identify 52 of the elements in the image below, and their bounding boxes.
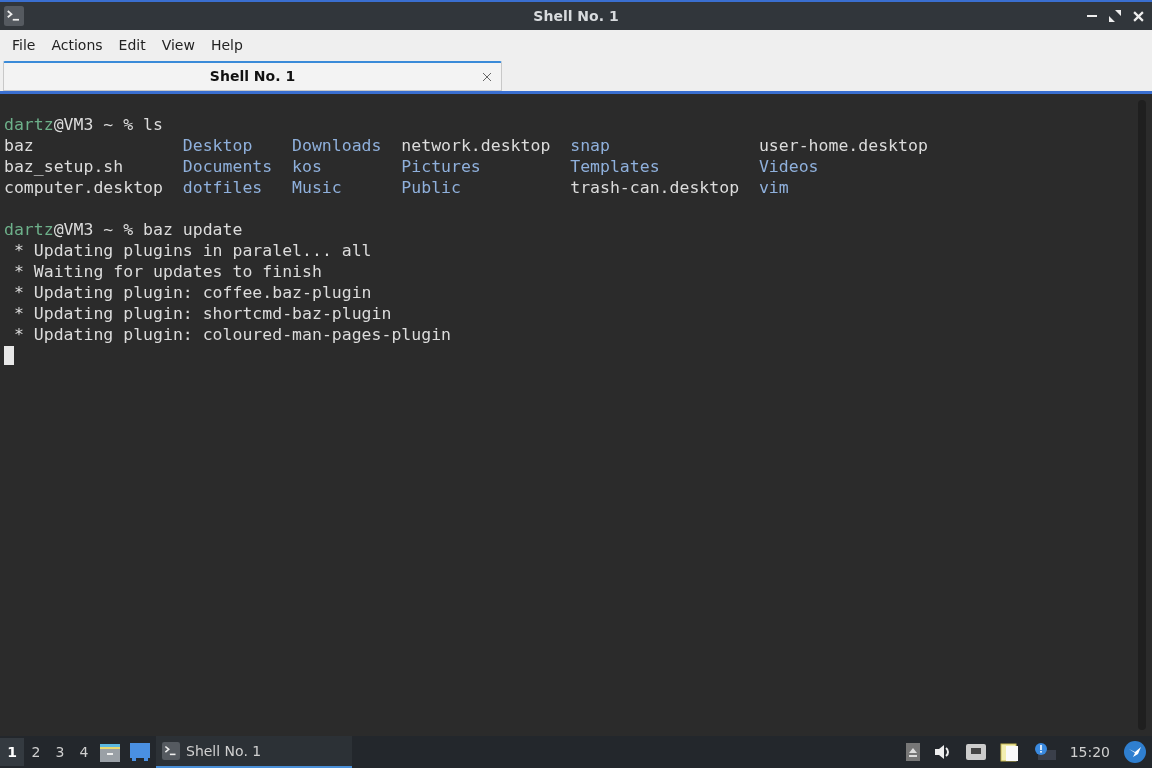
directory-name: kos: [292, 156, 323, 177]
eject-icon[interactable]: [905, 743, 920, 761]
bird-logo-icon[interactable]: [1124, 741, 1146, 763]
taskbar-task[interactable]: Shell No. 1: [156, 736, 352, 768]
directory-name: vim: [758, 177, 790, 198]
notification-icon[interactable]: [1033, 742, 1056, 762]
output-line: * Updating plugins in paralel... all: [12, 240, 373, 261]
directory-name: Documents: [182, 156, 274, 177]
desktop-switcher[interactable]: 2: [24, 738, 48, 766]
menu-item[interactable]: View: [153, 34, 203, 56]
menu-item[interactable]: Actions: [43, 34, 111, 56]
close-icon[interactable]: [1133, 10, 1144, 22]
output-line: * Waiting for updates to finish: [12, 261, 323, 282]
tab[interactable]: Shell No. 1: [3, 61, 502, 91]
directory-name: Music: [292, 177, 343, 198]
terminal-icon: [162, 742, 180, 760]
file-name: network.desktop: [401, 135, 552, 156]
directory-name: Videos: [758, 156, 820, 177]
file-name: baz_setup.sh: [4, 156, 125, 177]
directory-name: dotfiles: [182, 177, 264, 198]
prompt-line: dartz@VM3 ~ % baz update: [4, 219, 244, 240]
directory-name: Public: [401, 177, 462, 198]
maximize-icon[interactable]: [1109, 10, 1121, 22]
clock[interactable]: 15:20: [1069, 741, 1110, 763]
prompt-line: dartz@VM3 ~ % ls: [4, 114, 164, 135]
output-line: * Updating plugin: shortcmd-baz-plugin: [12, 303, 393, 324]
window-title: Shell No. 1: [533, 6, 619, 26]
terminal-icon: [4, 6, 24, 26]
network-icon[interactable]: [965, 744, 986, 760]
file-name: baz: [4, 135, 35, 156]
directory-name: Templates: [570, 156, 661, 177]
desktop-switcher[interactable]: 4: [72, 738, 96, 766]
desktop-switcher[interactable]: 3: [48, 738, 72, 766]
directory-name: Downloads: [292, 135, 383, 156]
file-name: computer.desktop: [4, 177, 164, 198]
close-tab-icon[interactable]: [482, 71, 492, 82]
directory-name: Desktop: [182, 135, 254, 156]
volume-icon[interactable]: [933, 744, 952, 760]
text-cursor: [4, 346, 14, 365]
file-name: user-home.desktop: [758, 135, 929, 156]
menu-item[interactable]: File: [4, 34, 44, 56]
directory-name: snap: [570, 135, 611, 156]
directory-name: Pictures: [401, 156, 482, 177]
output-line: * Updating plugin: coloured-man-pages-plugin: [12, 324, 453, 345]
desktop-icon[interactable]: [130, 743, 150, 761]
desktop-switcher[interactable]: 1: [0, 738, 24, 766]
menu-item[interactable]: Help: [202, 34, 251, 56]
file-name: trash-can.desktop: [570, 177, 741, 198]
menu-item[interactable]: Edit: [110, 34, 154, 56]
folder-icon[interactable]: [100, 742, 120, 762]
output-line: * Updating plugin: coffee.baz-plugin: [12, 282, 373, 303]
clipboard-icon[interactable]: [999, 742, 1020, 762]
